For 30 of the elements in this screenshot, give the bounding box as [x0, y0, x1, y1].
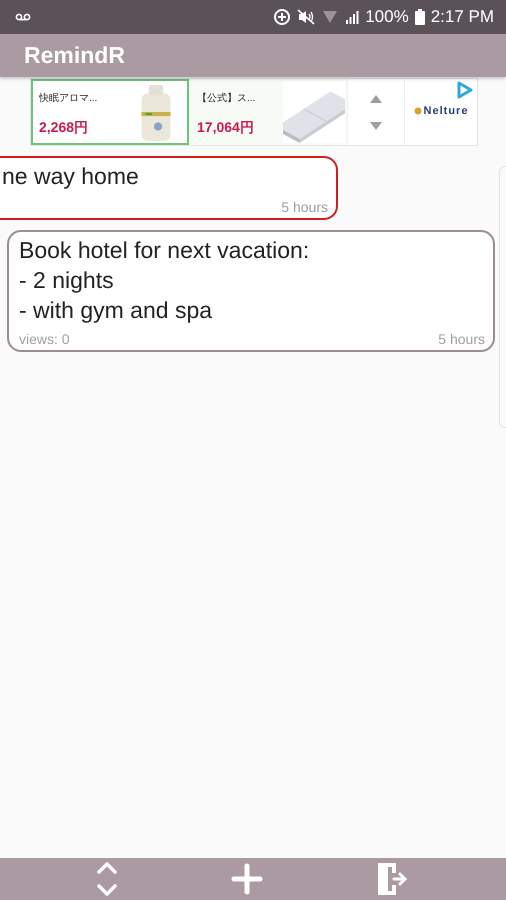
- product-price: 17,064円: [197, 119, 255, 137]
- reminder-text: Book hotel for next vacation: - 2 nights - with gym and spa: [19, 236, 310, 325]
- battery-icon: [414, 9, 425, 25]
- clock: 2:17 PM: [430, 7, 494, 27]
- mute-icon: [297, 9, 316, 25]
- reminder-card[interactable]: ne way home 5 hours: [0, 156, 338, 220]
- up-arrow-icon[interactable]: [370, 94, 382, 102]
- ad-product[interactable]: 快眠アロマ... 2,268円: [31, 79, 189, 145]
- reminder-card[interactable]: Book hotel for next vacation: - 2 nights - with gym and spa views: 0 5 hours: [7, 230, 495, 352]
- signal-icon: [345, 10, 360, 24]
- product-name: 快眠アロマ...: [39, 92, 98, 105]
- timestamp: 5 hours: [438, 331, 485, 347]
- data-saver-icon: [273, 8, 292, 26]
- timestamp: 5 hours: [281, 199, 328, 215]
- network-icon: [321, 9, 340, 25]
- app-title: RemindR: [24, 42, 125, 69]
- ad-banner[interactable]: 快眠アロマ... 2,268円 【公式】ス... 17,064円 Nelture: [30, 78, 478, 146]
- down-arrow-icon[interactable]: [370, 122, 382, 130]
- add-icon[interactable]: [230, 863, 263, 895]
- brand-logo: Nelture: [424, 105, 468, 117]
- ad-product[interactable]: 【公式】ス... 17,064円: [189, 79, 347, 145]
- reminder-text: ne way home: [2, 162, 140, 191]
- ad-choices-icon[interactable]: [457, 81, 473, 99]
- product-name: 【公式】ス...: [197, 92, 256, 105]
- view-count: views: 0: [19, 331, 70, 347]
- expand-collapse-icon[interactable]: [96, 861, 118, 897]
- voicemail-icon: [15, 13, 31, 21]
- exit-door-icon[interactable]: [376, 861, 410, 897]
- product-price: 2,268円: [39, 119, 90, 137]
- battery-percent: 100%: [365, 7, 409, 27]
